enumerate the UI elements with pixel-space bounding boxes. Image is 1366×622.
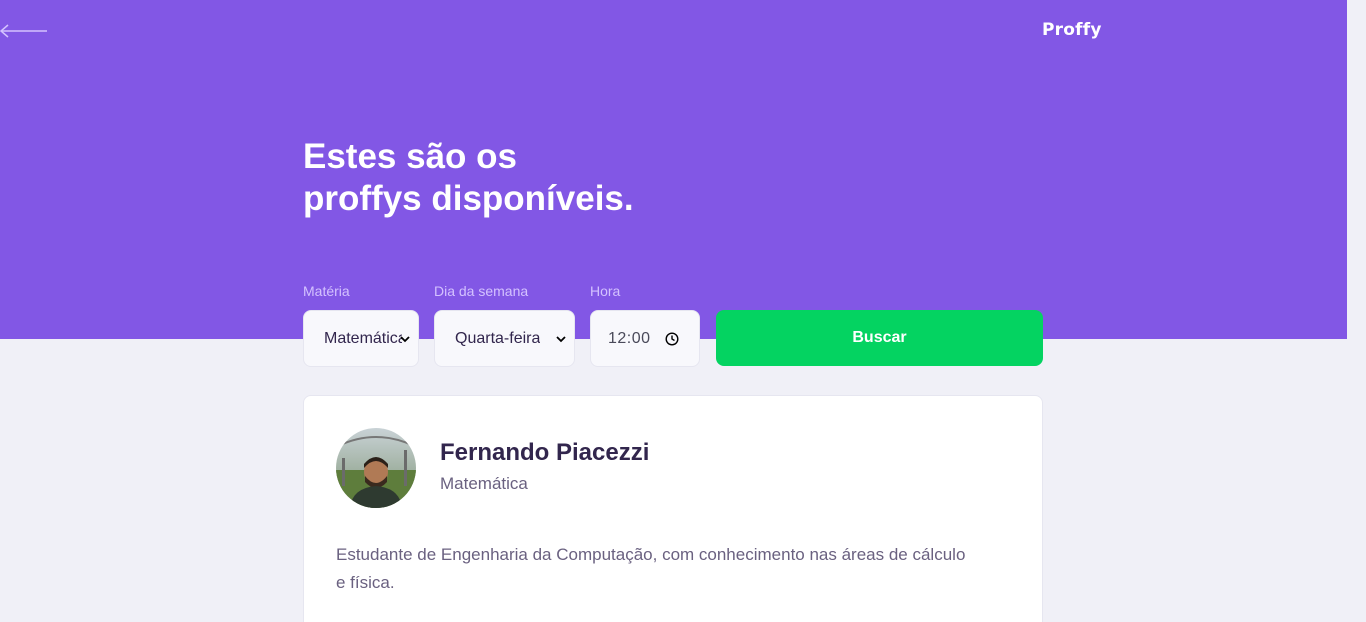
page-scrollbar[interactable] bbox=[1347, 0, 1366, 622]
subject-select-value: Matemática bbox=[324, 329, 402, 347]
teacher-subject: Matemática bbox=[440, 474, 528, 493]
subject-label: Matéria bbox=[303, 283, 350, 299]
weekday-label: Dia da semana bbox=[434, 283, 529, 299]
weekday-select[interactable]: Quarta-feira bbox=[434, 310, 575, 367]
time-input-value: 12:00 bbox=[608, 329, 651, 347]
clock-icon[interactable] bbox=[665, 331, 679, 346]
page-title-line-1: Estes são os bbox=[303, 137, 517, 176]
teacher-name: Fernando Piacezzi bbox=[440, 439, 650, 466]
page-header: Proffy Estes são os proffys disponíveis. bbox=[0, 0, 1347, 339]
teacher-card: Fernando Piacezzi Matemática Estudante d… bbox=[303, 395, 1043, 622]
time-label: Hora bbox=[590, 283, 621, 299]
time-input[interactable]: 12:00 bbox=[590, 310, 700, 367]
subject-select[interactable]: Matemática bbox=[303, 310, 419, 367]
weekday-select-value: Quarta-feira bbox=[455, 329, 541, 347]
search-button[interactable]: Buscar bbox=[716, 310, 1043, 366]
page-title-line-2: proffys disponíveis. bbox=[303, 179, 634, 218]
page-title: Estes são os proffys disponíveis. bbox=[303, 136, 763, 220]
arrow-left-icon bbox=[0, 24, 47, 38]
back-link[interactable] bbox=[0, 20, 48, 42]
teacher-avatar bbox=[336, 428, 416, 508]
chevron-down-icon bbox=[556, 335, 566, 342]
teacher-bio: Estudante de Engenharia da Computação, c… bbox=[336, 545, 966, 592]
chevron-down-icon bbox=[400, 335, 410, 342]
logo: Proffy bbox=[1042, 20, 1102, 40]
